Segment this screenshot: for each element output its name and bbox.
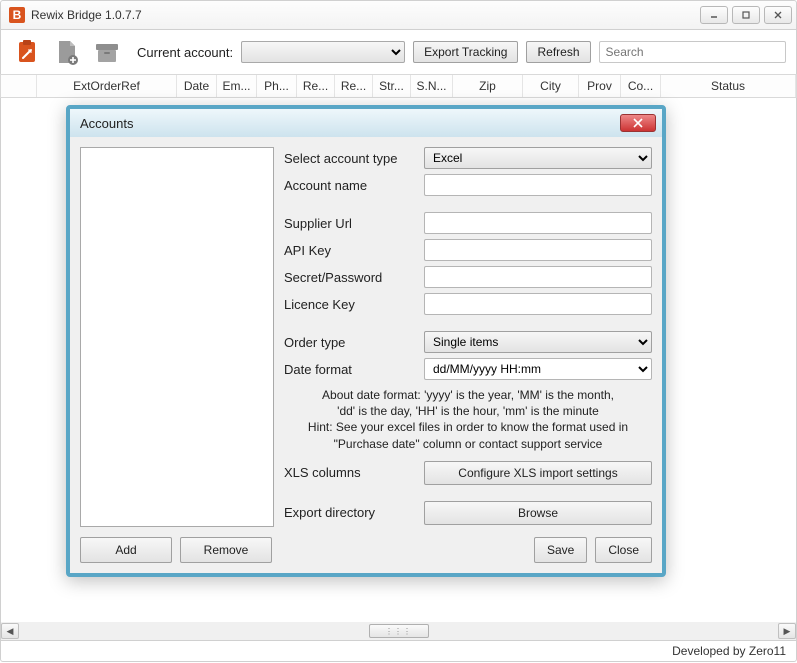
- date-format-label: Date format: [284, 362, 418, 377]
- xls-columns-label: XLS columns: [284, 465, 418, 480]
- licence-key-label: Licence Key: [284, 297, 418, 312]
- column-header[interactable]: Em...: [217, 75, 257, 97]
- order-type-label: Order type: [284, 335, 418, 350]
- column-header[interactable]: S.N...: [411, 75, 453, 97]
- api-key-input[interactable]: [424, 239, 652, 261]
- account-type-label: Select account type: [284, 151, 418, 166]
- column-header[interactable]: Date: [177, 75, 217, 97]
- footer: Developed by Zero11: [0, 640, 797, 662]
- column-header[interactable]: Str...: [373, 75, 411, 97]
- add-button[interactable]: Add: [80, 537, 172, 563]
- current-account-select[interactable]: [241, 41, 405, 63]
- account-name-label: Account name: [284, 178, 418, 193]
- column-header[interactable]: Re...: [335, 75, 373, 97]
- date-format-hint: About date format: 'yyyy' is the year, '…: [284, 387, 652, 452]
- account-name-input[interactable]: [424, 174, 652, 196]
- remove-button[interactable]: Remove: [180, 537, 272, 563]
- supplier-url-label: Supplier Url: [284, 216, 418, 231]
- export-tracking-button[interactable]: Export Tracking: [413, 41, 518, 63]
- secret-password-label: Secret/Password: [284, 270, 418, 285]
- accounts-dialog: Accounts Select account type Excel Accou…: [66, 105, 666, 577]
- export-directory-label: Export directory: [284, 505, 418, 520]
- current-account-label: Current account:: [137, 45, 233, 60]
- api-key-label: API Key: [284, 243, 418, 258]
- new-document-icon[interactable]: [51, 36, 83, 68]
- column-header[interactable]: City: [523, 75, 579, 97]
- scroll-left-arrow[interactable]: ◀: [1, 623, 19, 639]
- column-header[interactable]: [1, 75, 37, 97]
- column-header[interactable]: ExtOrderRef: [37, 75, 177, 97]
- close-button[interactable]: Close: [595, 537, 652, 563]
- order-type-select[interactable]: Single items: [424, 331, 652, 353]
- column-header[interactable]: Re...: [297, 75, 335, 97]
- close-button[interactable]: [764, 6, 792, 24]
- configure-xls-button[interactable]: Configure XLS import settings: [424, 461, 652, 485]
- column-header[interactable]: Prov: [579, 75, 621, 97]
- supplier-url-input[interactable]: [424, 212, 652, 234]
- archive-box-icon[interactable]: [91, 36, 123, 68]
- window-titlebar: B Rewix Bridge 1.0.7.7: [0, 0, 797, 30]
- column-header[interactable]: Status: [661, 75, 796, 97]
- date-format-select[interactable]: dd/MM/yyyy HH:mm: [424, 358, 652, 380]
- minimize-button[interactable]: [700, 6, 728, 24]
- search-input[interactable]: [599, 41, 786, 63]
- toolbar: Current account: Export Tracking Refresh: [0, 30, 797, 74]
- account-form: Select account type Excel Account name S…: [284, 147, 652, 527]
- accounts-listbox[interactable]: [80, 147, 274, 527]
- scroll-thumb[interactable]: ⋮⋮⋮: [369, 624, 429, 638]
- table-header: ExtOrderRef Date Em... Ph... Re... Re...…: [0, 74, 797, 98]
- content-area: Accounts Select account type Excel Accou…: [0, 98, 797, 622]
- footer-text: Developed by Zero11: [672, 644, 786, 658]
- secret-password-input[interactable]: [424, 266, 652, 288]
- scroll-track[interactable]: ⋮⋮⋮: [19, 623, 778, 639]
- dialog-close-button[interactable]: [620, 114, 656, 132]
- column-header[interactable]: Co...: [621, 75, 661, 97]
- column-header[interactable]: Ph...: [257, 75, 297, 97]
- clipboard-paste-icon[interactable]: [11, 36, 43, 68]
- account-type-select[interactable]: Excel: [424, 147, 652, 169]
- scroll-right-arrow[interactable]: ▶: [778, 623, 796, 639]
- dialog-titlebar: Accounts: [70, 109, 662, 137]
- column-header[interactable]: Zip: [453, 75, 523, 97]
- dialog-title: Accounts: [80, 116, 133, 131]
- horizontal-scrollbar[interactable]: ◀ ⋮⋮⋮ ▶: [0, 622, 797, 640]
- app-icon: B: [9, 7, 25, 23]
- window-title: Rewix Bridge 1.0.7.7: [31, 8, 700, 22]
- save-button[interactable]: Save: [534, 537, 587, 563]
- refresh-button[interactable]: Refresh: [526, 41, 590, 63]
- maximize-button[interactable]: [732, 6, 760, 24]
- licence-key-input[interactable]: [424, 293, 652, 315]
- browse-button[interactable]: Browse: [424, 501, 652, 525]
